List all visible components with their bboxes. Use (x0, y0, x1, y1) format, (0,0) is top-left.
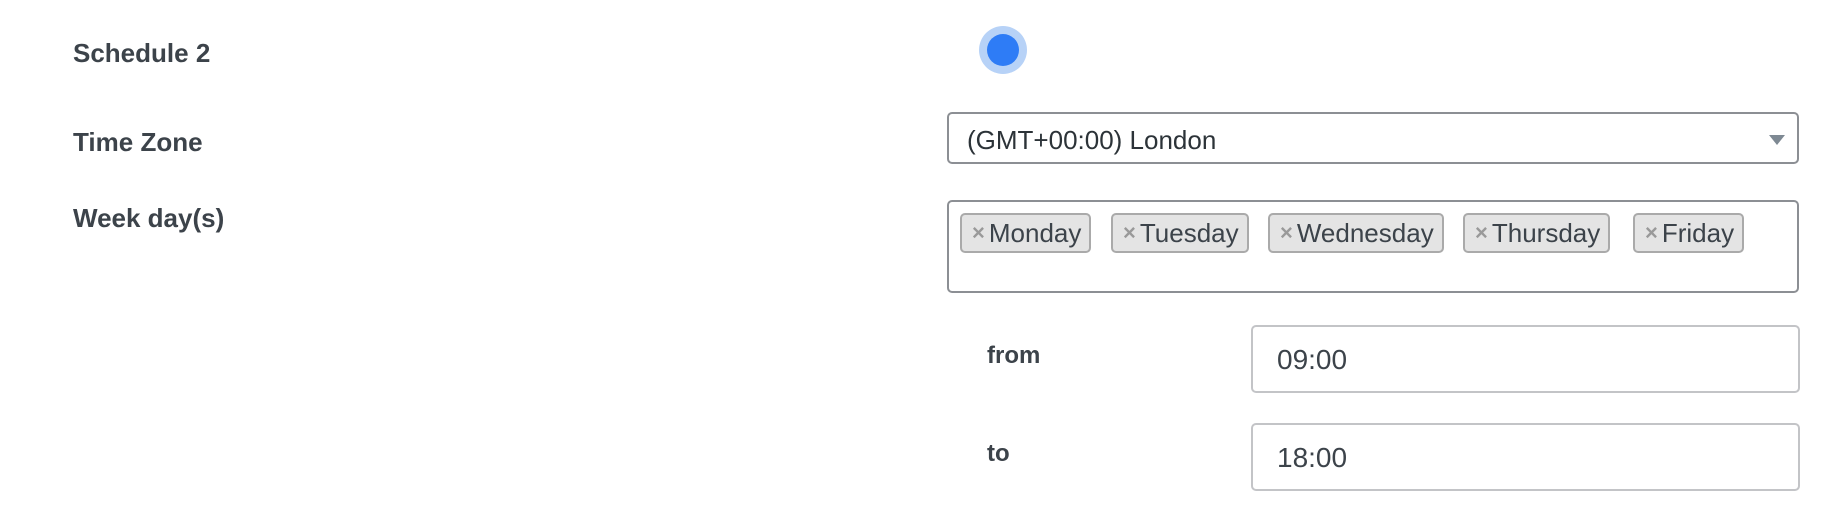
schedule-title: Schedule 2 (73, 38, 211, 68)
remove-icon[interactable]: × (972, 222, 985, 244)
from-label: from (987, 342, 1041, 369)
weekday-chip-wednesday: × Wednesday (1268, 213, 1444, 253)
schedule-enabled-toggle[interactable] (979, 26, 1027, 74)
remove-icon[interactable]: × (1475, 222, 1488, 244)
to-time-value: 18:00 (1277, 442, 1348, 473)
weekday-chip-thursday: × Thursday (1463, 213, 1611, 253)
weekday-chip-friday: × Friday (1633, 213, 1745, 253)
from-time-value: 09:00 (1277, 344, 1348, 375)
weekday-chip-label: Friday (1661, 218, 1735, 248)
weekdays-multiselect[interactable]: × Monday × Tuesday × Wednesday × Thursda… (947, 200, 1799, 293)
timezone-select[interactable]: (GMT+00:00) London (947, 112, 1799, 164)
remove-icon[interactable]: × (1280, 222, 1293, 244)
weekdays-label: Week day(s) (73, 203, 225, 233)
remove-icon[interactable]: × (1123, 222, 1136, 244)
weekday-chip-monday: × Monday (960, 213, 1092, 253)
to-label: to (987, 440, 1010, 467)
weekday-chip-label: Wednesday (1296, 218, 1434, 248)
schedule-settings-panel: Schedule 2 Time Zone (GMT+00:00) London … (0, 0, 1846, 514)
weekday-chip-label: Monday (988, 218, 1082, 248)
remove-icon[interactable]: × (1645, 222, 1658, 244)
chevron-down-icon (1769, 135, 1785, 145)
weekday-chip-label: Tuesday (1139, 218, 1239, 248)
timezone-label: Time Zone (73, 127, 203, 157)
weekday-chip-label: Thursday (1491, 218, 1601, 248)
from-time-input[interactable]: 09:00 (1251, 325, 1800, 393)
timezone-selected-value: (GMT+00:00) London (967, 125, 1217, 155)
weekday-chip-tuesday: × Tuesday (1111, 213, 1249, 253)
to-time-input[interactable]: 18:00 (1251, 423, 1800, 491)
toggle-knob (987, 34, 1019, 66)
